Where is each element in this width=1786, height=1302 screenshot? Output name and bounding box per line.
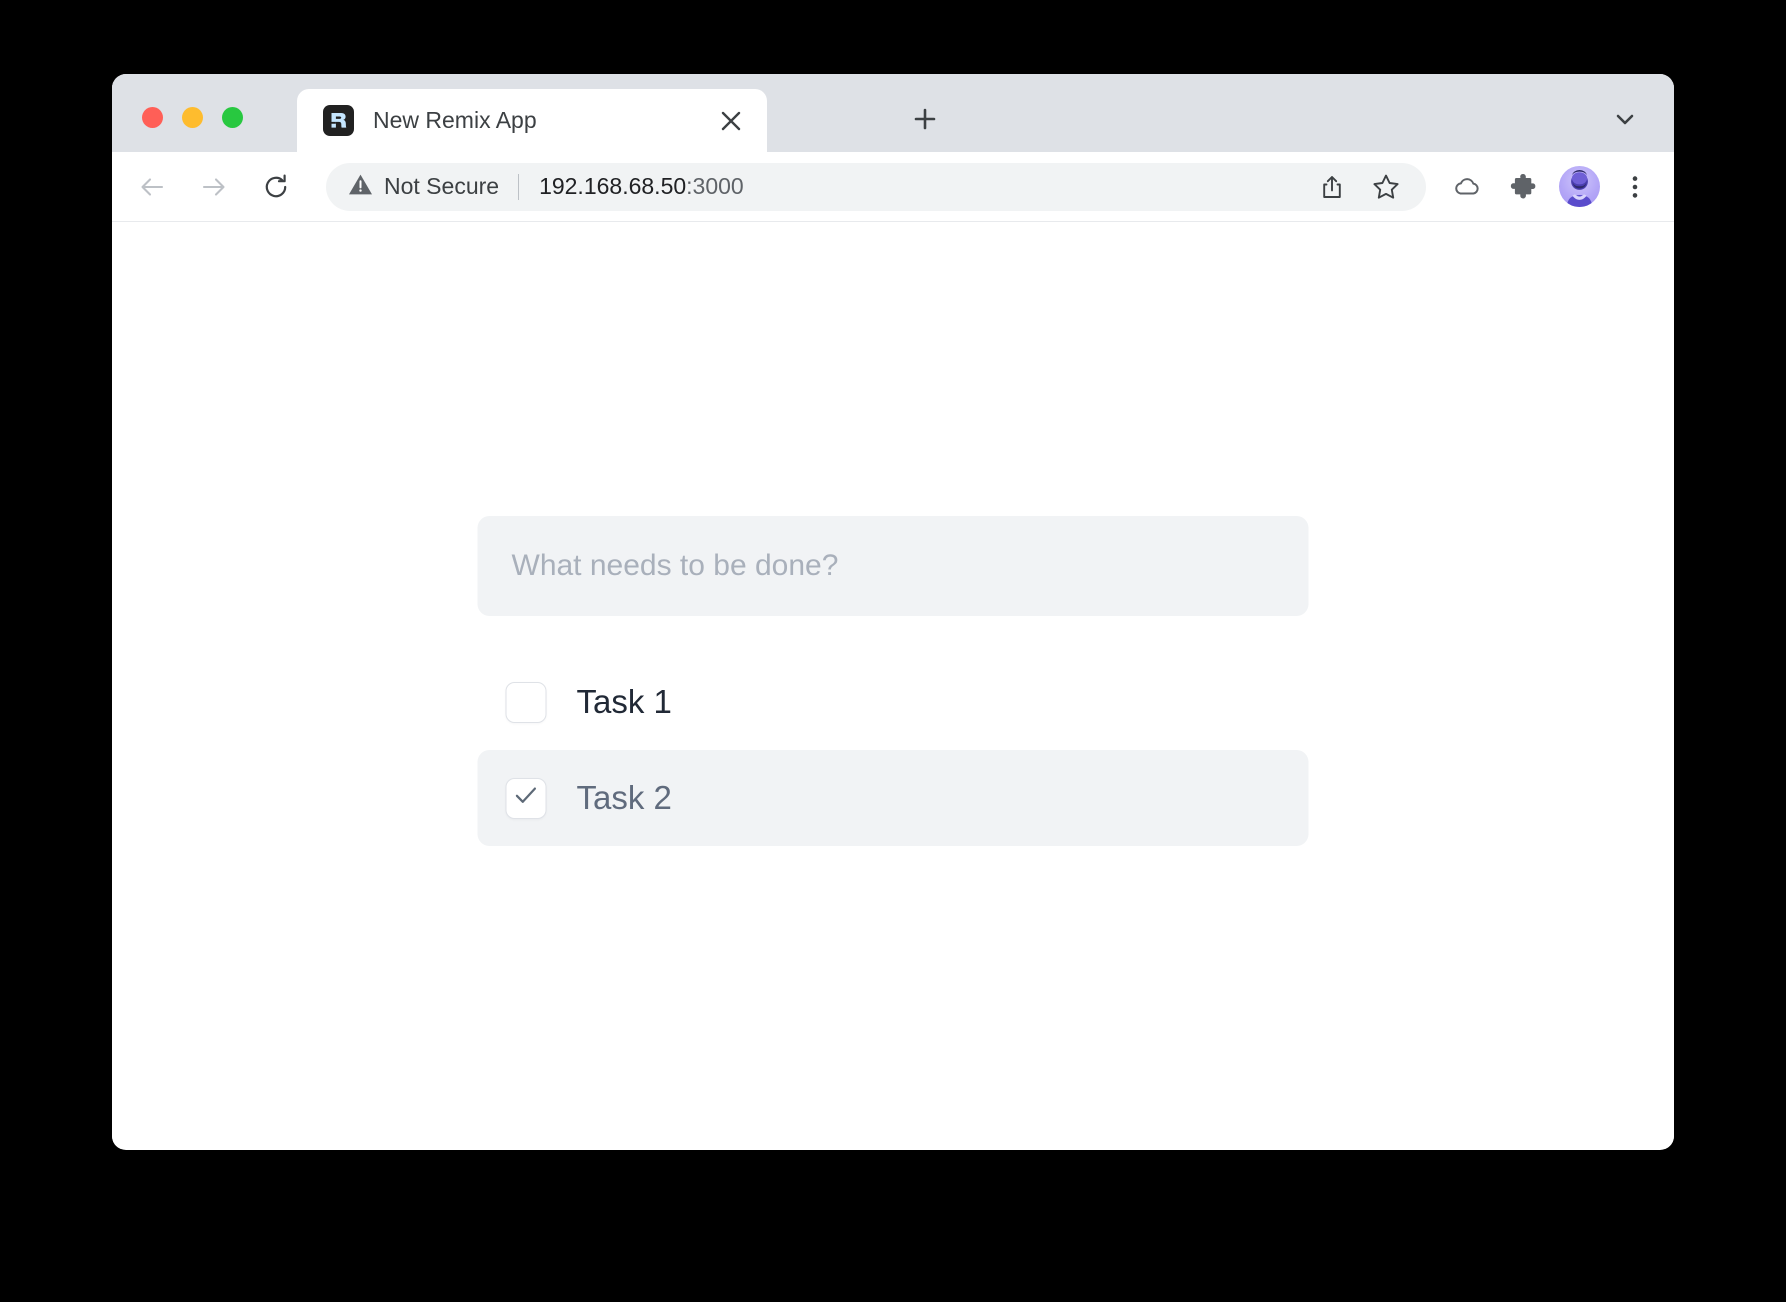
chevron-down-icon[interactable] xyxy=(1602,96,1648,142)
new-tab-button[interactable] xyxy=(902,96,948,142)
browser-toolbar: Not Secure 192.168.68.50:3000 xyxy=(112,152,1674,222)
security-label: Not Secure xyxy=(384,173,500,199)
todo-app: Task 1 Task 2 xyxy=(477,516,1309,846)
cloud-icon[interactable] xyxy=(1442,162,1492,212)
warning-triangle-icon xyxy=(348,172,373,202)
todo-list: Task 1 Task 2 xyxy=(477,654,1309,846)
zoom-window-button[interactable] xyxy=(222,107,243,128)
url-port: :3000 xyxy=(686,173,744,199)
reload-icon[interactable] xyxy=(250,161,302,213)
toolbar-actions xyxy=(1442,162,1674,212)
security-status[interactable]: Not Secure xyxy=(348,172,499,202)
arrow-left-icon[interactable] xyxy=(126,161,178,213)
new-todo-input[interactable] xyxy=(477,516,1309,616)
todo-checkbox[interactable] xyxy=(505,777,547,819)
puzzle-icon[interactable] xyxy=(1498,162,1548,212)
todo-label: Task 2 xyxy=(576,779,672,816)
browser-tab[interactable]: New Remix App xyxy=(297,89,767,152)
star-icon[interactable] xyxy=(1364,165,1408,209)
minimize-window-button[interactable] xyxy=(182,107,203,128)
todo-checkbox[interactable] xyxy=(505,681,547,723)
close-icon[interactable] xyxy=(711,101,751,141)
todo-item[interactable]: Task 1 xyxy=(478,654,1309,750)
omnibox-actions xyxy=(1310,165,1408,209)
window-traffic-lights xyxy=(142,107,243,128)
page-viewport: Task 1 Task 2 xyxy=(112,222,1674,1149)
remix-logo-icon xyxy=(323,105,354,136)
arrow-right-icon[interactable] xyxy=(188,161,240,213)
avatar[interactable] xyxy=(1554,162,1604,212)
browser-window: New Remix App Not Secure 192.168.68.50:3… xyxy=(112,74,1674,1150)
omnibox-divider xyxy=(518,173,520,200)
address-bar[interactable]: Not Secure 192.168.68.50:3000 xyxy=(326,162,1426,211)
url-text: 192.168.68.50:3000 xyxy=(539,173,1310,200)
close-window-button[interactable] xyxy=(142,107,163,128)
todo-item[interactable]: Task 2 xyxy=(477,750,1309,846)
check-icon xyxy=(513,782,540,814)
tab-title: New Remix App xyxy=(373,107,537,133)
url-host: 192.168.68.50 xyxy=(539,173,687,199)
tab-strip: New Remix App xyxy=(112,74,1674,152)
share-icon[interactable] xyxy=(1310,165,1354,209)
more-vertical-icon[interactable] xyxy=(1610,162,1660,212)
todo-label: Task 1 xyxy=(576,683,672,720)
